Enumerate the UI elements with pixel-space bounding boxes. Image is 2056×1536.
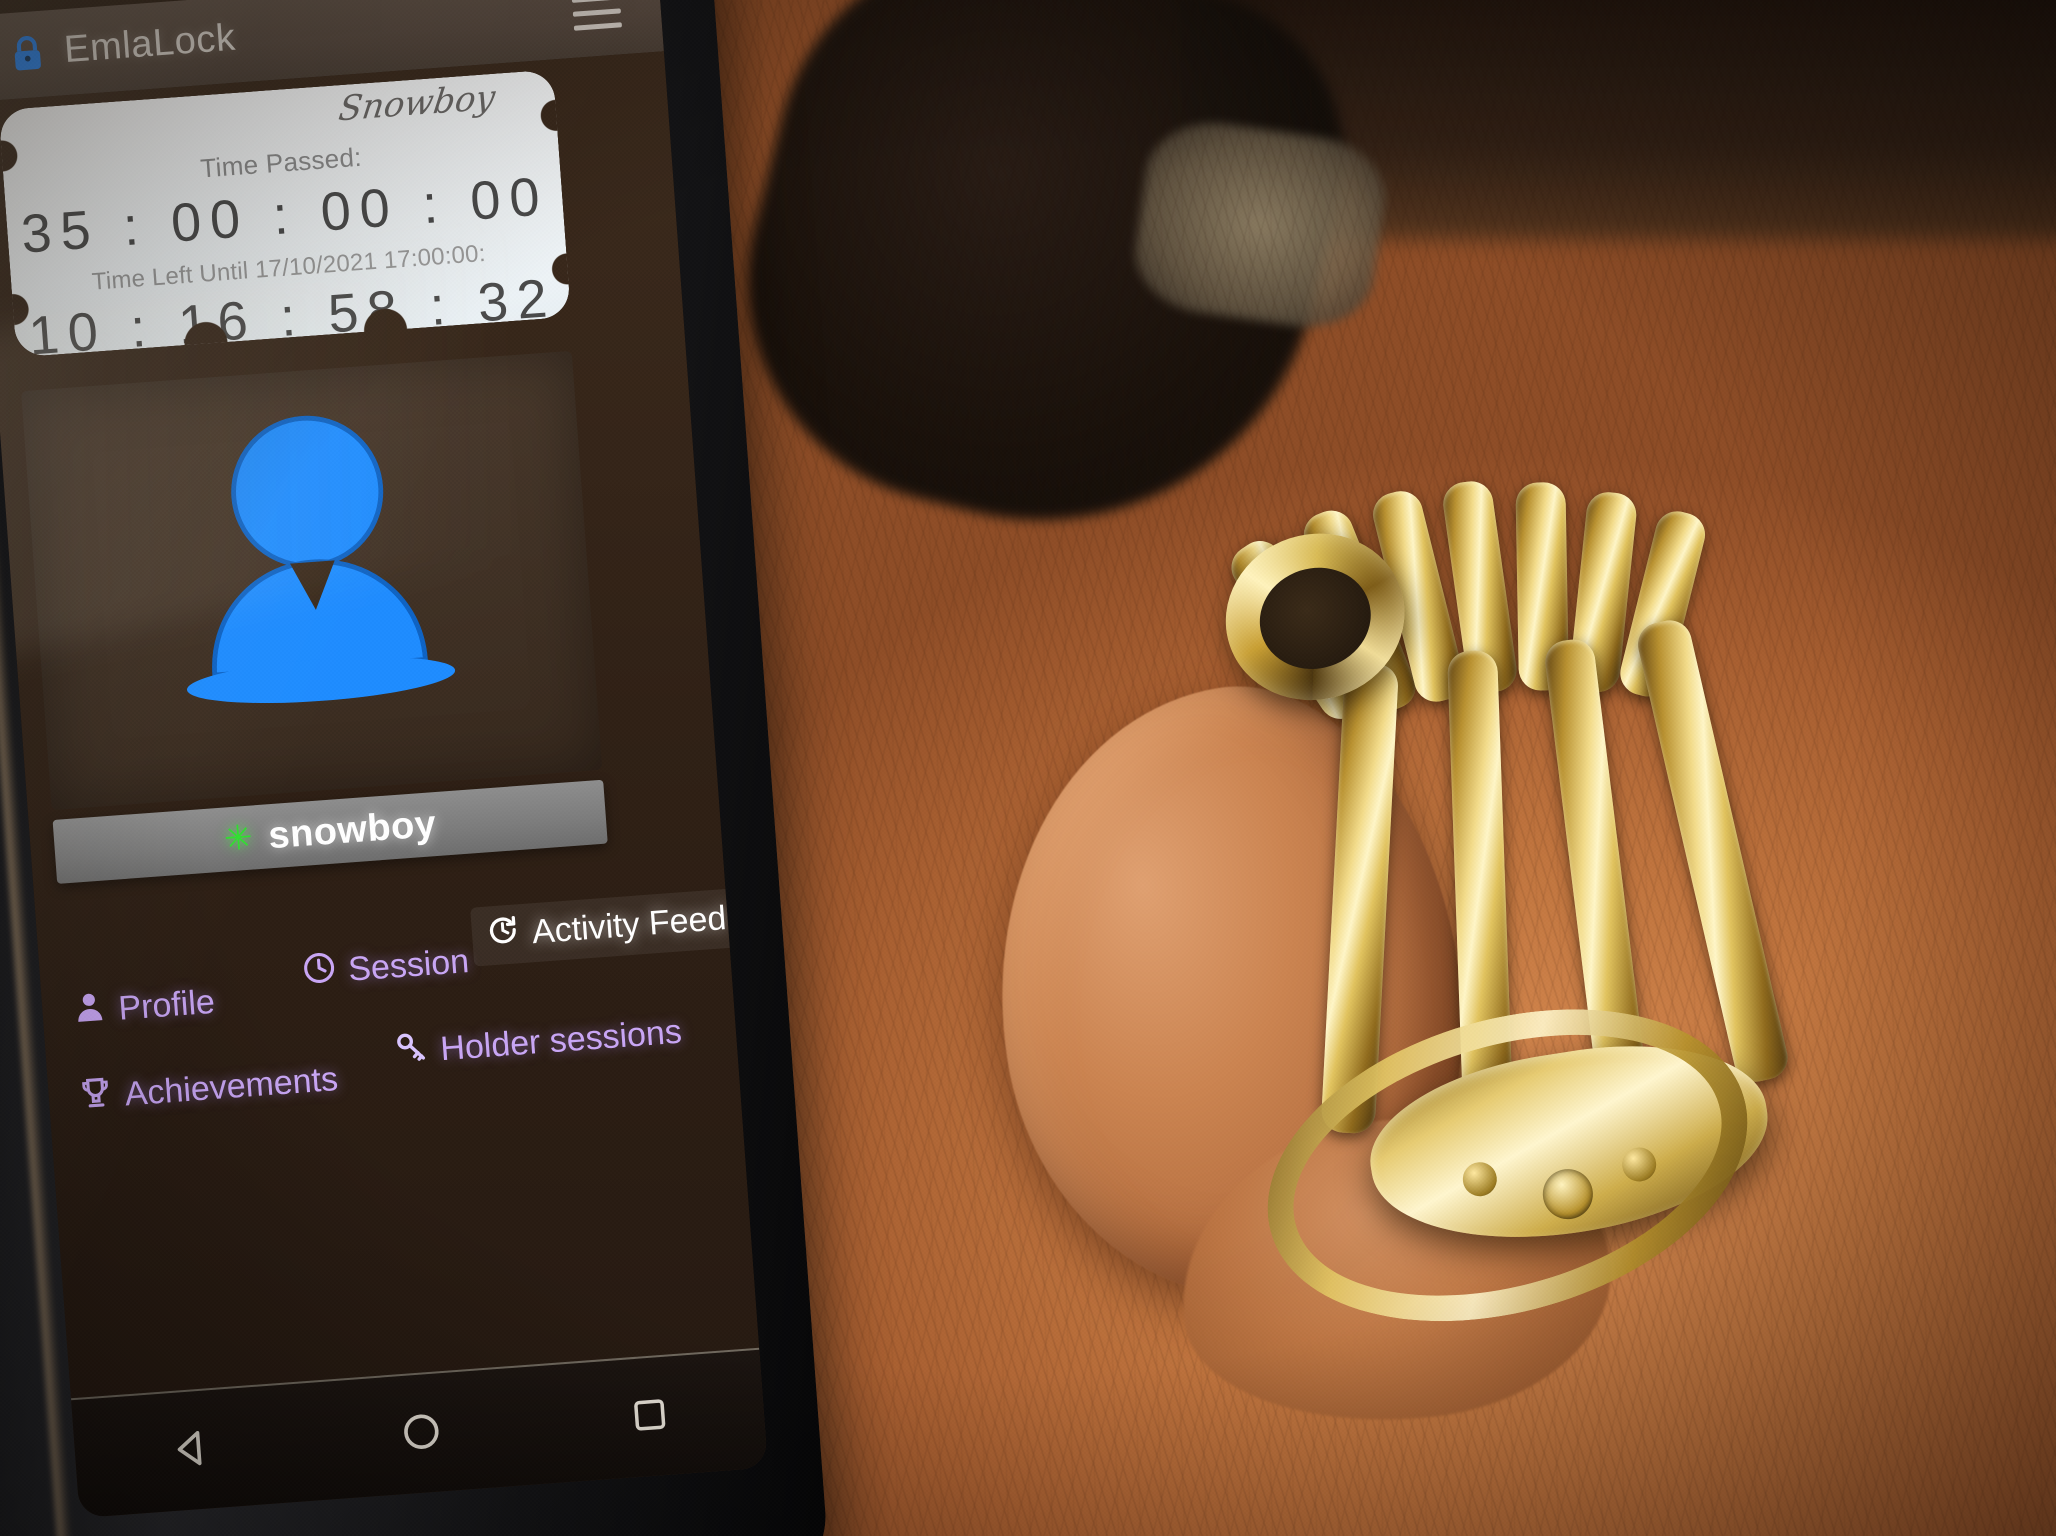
tab-achievements[interactable]: Achievements [77,1058,339,1120]
tab-holder-sessions-label: Holder sessions [439,1012,684,1069]
back-triangle-icon[interactable] [166,1424,216,1478]
user-avatar-icon [140,381,483,724]
tab-session[interactable]: Session [301,940,471,995]
phone-screen: emlalock.com/#/profile/ S ⋮ EmlaLock [0,0,768,1518]
key-icon [393,1029,430,1074]
profile-tab-bar: Profile Session Activity Feed Achievemen… [35,861,743,1113]
tab-profile[interactable]: Profile [71,981,216,1034]
brass-chastity-device [1204,460,1927,1374]
tab-holder-sessions[interactable]: Holder sessions [393,1011,683,1075]
person-icon [71,989,108,1034]
tab-activity-feed-label: Activity Feed [530,899,728,952]
recents-square-icon[interactable] [627,1392,672,1442]
avatar-panel [21,350,603,811]
photo-scene: emlalock.com/#/profile/ S ⋮ EmlaLock [0,0,2056,1536]
hamburger-menu-icon[interactable] [571,0,623,34]
tab-achievements-label: Achievements [123,1059,340,1114]
tab-session-label: Session [346,942,471,989]
tab-activity-feed[interactable]: Activity Feed [470,888,743,967]
tab-profile-label: Profile [117,982,217,1028]
smartphone: emlalock.com/#/profile/ S ⋮ EmlaLock [0,0,831,1536]
app-brand-title: EmlaLock [62,16,237,72]
clock-icon [301,950,338,995]
page-body: Snowboy Time Passed: 35 : 00 : 00 : 00 T… [0,51,768,1518]
refresh-clock-icon [485,912,522,957]
green-star-icon: ✳ [222,818,254,859]
username-label: snowboy [266,802,438,857]
lock-icon [7,33,48,76]
home-circle-icon[interactable] [398,1408,445,1460]
trophy-icon [77,1074,114,1119]
session-timer-card: Snowboy Time Passed: 35 : 00 : 00 : 00 T… [0,69,572,366]
